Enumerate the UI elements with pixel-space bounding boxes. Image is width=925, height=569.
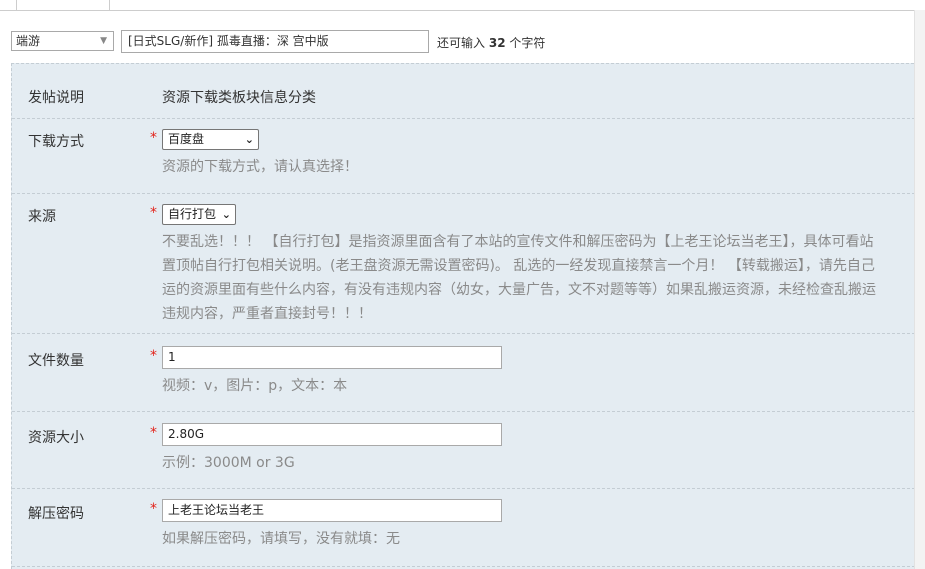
- unzip-password-input[interactable]: 上老王论坛当老王: [162, 499, 502, 522]
- required-mark: *: [150, 130, 157, 146]
- download-method-selected: 百度盘: [168, 132, 205, 146]
- download-method-hint: 资源的下载方式，请认真选择！: [162, 159, 358, 175]
- subject-row: 端游 ▼ [日式SLG/新作] 孤毒直播：深 宫中版 还可输入 32 个字符: [0, 30, 914, 54]
- remaining-chars-text: 还可输入 32 个字符: [437, 34, 545, 51]
- notice-line: 不要乱选！！！ 【自行打包】是指资源里面含有了本站的宣传文件和解压密码为【上老王…: [162, 234, 874, 250]
- required-mark: *: [150, 501, 157, 517]
- post-note-value: 资源下载类板块信息分类: [162, 90, 316, 106]
- tab-active[interactable]: [16, 0, 110, 10]
- download-method-label: 下载方式: [28, 134, 84, 150]
- remaining-prefix: 还可输入: [437, 36, 486, 50]
- row-download-method: 下载方式 * 百度盘 ⌄ 资源的下载方式，请认真选择！: [12, 119, 925, 194]
- remaining-suffix: 个字符: [509, 36, 546, 50]
- unzip-password-label: 解压密码: [28, 506, 84, 522]
- remaining-count: 32: [488, 36, 506, 50]
- file-count-hint: 视频：v，图片：p，文本：本: [162, 378, 348, 394]
- source-select[interactable]: 自行打包 ⌄: [162, 204, 236, 225]
- source-label: 来源: [28, 209, 56, 225]
- scrollbar-track[interactable]: [914, 10, 925, 569]
- post-note-label: 发帖说明: [28, 90, 84, 106]
- notice-line: 违规内容，严重者直接封号！！！: [162, 306, 372, 322]
- row-file-count: 文件数量 * 1 视频：v，图片：p，文本：本: [12, 334, 925, 412]
- chevron-down-icon: ⌄: [244, 133, 254, 146]
- chevron-down-icon: ▼: [100, 36, 107, 46]
- resource-size-input[interactable]: 2.80G: [162, 423, 502, 446]
- source-notice: 不要乱选！！！ 【自行打包】是指资源里面含有了本站的宣传文件和解压密码为【上老王…: [162, 230, 925, 326]
- resource-size-label: 资源大小: [28, 430, 84, 446]
- row-unzip-password: 解压密码 * 上老王论坛当老王 如果解压密码，请填写，没有就填：无: [12, 489, 925, 567]
- thread-type-select[interactable]: 端游 ▼: [11, 31, 114, 51]
- source-selected: 自行打包: [168, 207, 217, 221]
- notice-line: 置顶帖自行打包相关说明。(老王盘资源无需设置密码)。 乱选的一经发现直接禁言一个…: [162, 258, 875, 274]
- download-method-select[interactable]: 百度盘 ⌄: [162, 129, 259, 150]
- required-mark: *: [150, 205, 157, 221]
- file-count-label: 文件数量: [28, 353, 84, 369]
- row-post-note: 发帖说明 资源下载类板块信息分类: [12, 64, 925, 119]
- row-resource-size: 资源大小 * 2.80G 示例：3000M or 3G: [12, 412, 925, 489]
- unzip-password-hint: 如果解压密码，请填写，没有就填：无: [162, 531, 400, 547]
- tab-strip: [0, 0, 925, 11]
- resource-info-form: 发帖说明 资源下载类板块信息分类 下载方式 * 百度盘 ⌄ 资源的下载方式，请认…: [11, 63, 925, 569]
- file-count-input[interactable]: 1: [162, 346, 502, 369]
- resource-size-hint: 示例：3000M or 3G: [162, 455, 295, 471]
- required-mark: *: [150, 425, 157, 441]
- subject-title-input[interactable]: [日式SLG/新作] 孤毒直播：深 宫中版: [121, 30, 429, 53]
- thread-type-value: 端游: [16, 34, 41, 48]
- notice-line: 运的资源里面有些什么内容，有没有违规内容（幼女，大量广告，文不对题等等）如果乱搬…: [162, 282, 876, 298]
- chevron-down-icon: ⌄: [221, 208, 231, 221]
- required-mark: *: [150, 348, 157, 364]
